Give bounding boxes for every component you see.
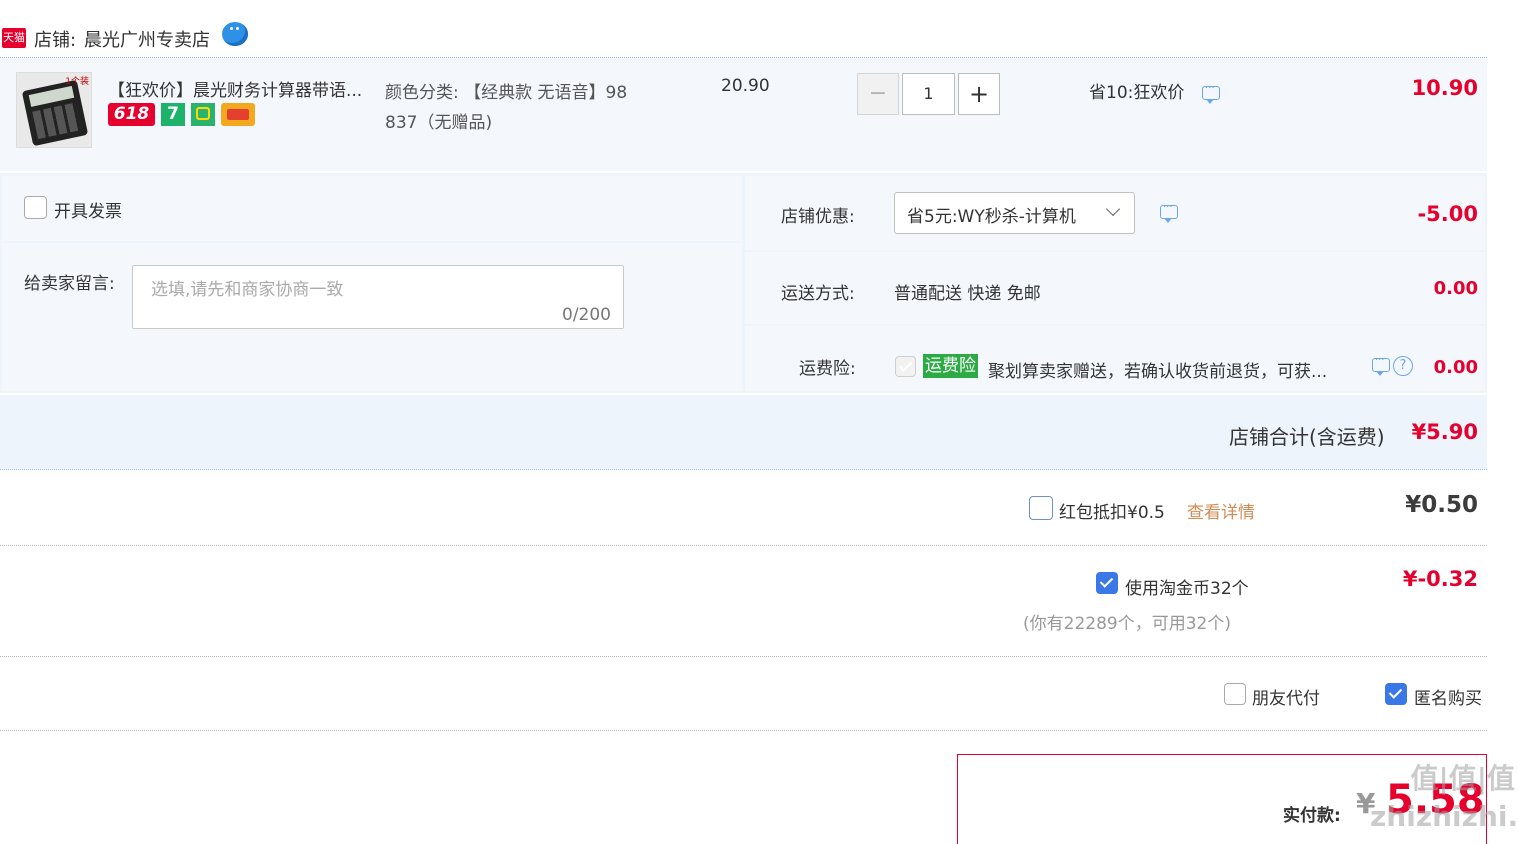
chevron-down-icon (1105, 201, 1121, 217)
promo-chat-icon[interactable] (1202, 83, 1220, 104)
badge-618: 618 (108, 103, 155, 126)
coupon-label: 店铺优惠: (781, 207, 855, 227)
item-thumbnail[interactable]: 1个装 (16, 72, 92, 148)
shipping-amount: 0.00 (1433, 278, 1478, 299)
shop-total-amount: ¥5.90 (1411, 420, 1478, 444)
coupon-selected-value: 省5元:WY秒杀-计算机 (907, 207, 1076, 227)
friend-pay-checkbox[interactable] (1224, 683, 1246, 705)
message-textarea[interactable]: 选填,请先和商家协商一致 0/200 (132, 265, 624, 329)
watermark: 值|值|值 zhizhizhi.com (1370, 762, 1518, 833)
friend-pay-label[interactable]: 朋友代付 (1252, 684, 1320, 709)
divider-1 (0, 545, 1487, 546)
calculator-image (21, 79, 89, 147)
shipping-value: 普通配送 快递 免邮 (894, 284, 1041, 304)
divider-2 (0, 656, 1487, 657)
insurance-text: 聚划算卖家赠送，若确认收货前退货，可获... (988, 362, 1328, 382)
item-promo-text: 省10:狂欢价 (1089, 83, 1185, 103)
shop-label: 店铺: (34, 30, 77, 51)
badge-card-icon (221, 103, 255, 126)
item-sku-line1: 颜色分类: 【经典款 无语音】98 (385, 83, 628, 103)
insurance-checkbox (895, 356, 916, 377)
insurance-amount: 0.00 (1433, 357, 1478, 378)
shipping-label: 运送方式: (781, 284, 855, 304)
coupon-chat-icon[interactable] (1160, 202, 1178, 223)
shop-total-label: 店铺合计(含运费) (1229, 425, 1385, 449)
redpacket-detail-link[interactable]: 查看详情 (1187, 498, 1255, 523)
anonymous-label[interactable]: 匿名购买 (1414, 684, 1482, 709)
thumb-tag: 1个装 (65, 77, 89, 87)
insurance-tag: 运费险 (923, 354, 978, 378)
message-label: 给卖家留言: (24, 274, 115, 294)
qty-input[interactable]: 1 (902, 73, 955, 115)
anonymous-checkbox[interactable] (1385, 683, 1407, 705)
coins-amount: ¥-0.32 (1402, 567, 1478, 591)
redpacket-amount: ¥0.50 (1405, 492, 1478, 518)
shop-total-divider (0, 469, 1487, 470)
coupon-select[interactable]: 省5元:WY秒杀-计算机 (894, 192, 1135, 234)
tmall-badge: 天猫 (2, 28, 26, 48)
invoice-checkbox[interactable] (24, 196, 47, 219)
item-sku-line2: 837（无赠品) (385, 113, 493, 133)
insurance-label: 运费险: (799, 359, 856, 379)
options-right-row2 (745, 252, 1485, 324)
divider-3 (0, 730, 1487, 731)
redpacket-label[interactable]: 红包抵扣¥0.5 (1059, 498, 1165, 523)
wangwang-chat-icon[interactable] (222, 22, 248, 46)
item-unit-price: 20.90 (721, 76, 770, 96)
coins-checkbox[interactable] (1096, 572, 1118, 594)
redpacket-checkbox[interactable] (1029, 496, 1053, 520)
item-title-link[interactable]: 【狂欢价】晨光财务计算器带语... (108, 76, 362, 101)
badge-7day-return: 7 (161, 103, 185, 126)
coupon-amount: -5.00 (1417, 202, 1478, 226)
qty-plus-button[interactable]: + (958, 73, 1000, 115)
coins-label[interactable]: 使用淘金币32个 (1125, 574, 1249, 599)
qty-minus-button[interactable]: − (857, 73, 899, 115)
shop-name-link[interactable]: 晨光广州专卖店 (84, 26, 210, 52)
coins-note: (你有22289个，可用32个) (1023, 614, 1231, 634)
item-subtotal: 10.90 (1411, 76, 1478, 100)
message-placeholder: 选填,请先和商家协商一致 (151, 280, 344, 300)
invoice-label[interactable]: 开具发票 (54, 197, 122, 222)
pay-label: 实付款: (1283, 806, 1341, 826)
message-counter: 0/200 (562, 305, 611, 325)
badge-service-icon (191, 103, 215, 126)
